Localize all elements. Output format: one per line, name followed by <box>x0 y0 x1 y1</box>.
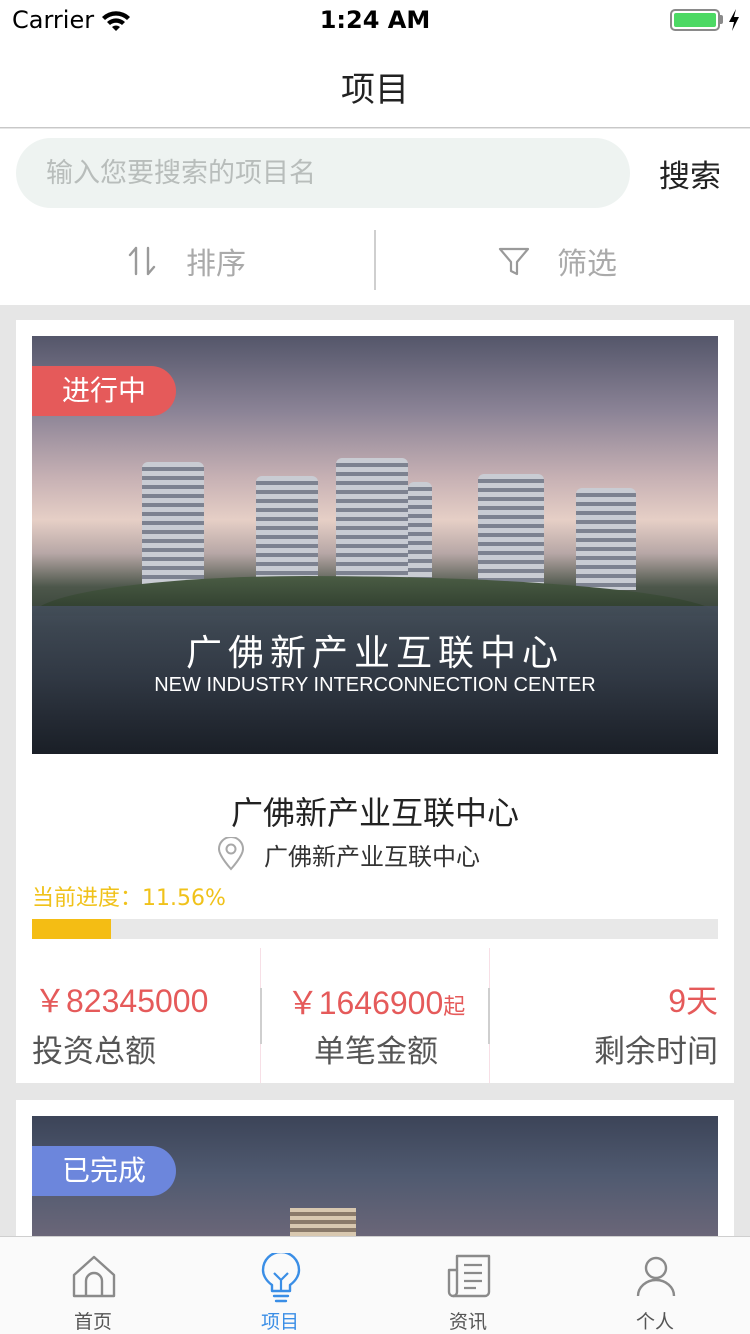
project-location: 广佛新产业互联中心 <box>216 837 480 871</box>
tab-label: 个人 <box>635 1311 674 1333</box>
tab-me[interactable]: 个人 <box>595 1237 715 1334</box>
remaining-time-label: 剩余时间 <box>594 1034 718 1070</box>
filter-label: 筛选 <box>557 247 617 282</box>
toolbar-divider <box>374 230 376 290</box>
single-amount-number: ￥1646900 <box>286 985 444 1021</box>
image-title-cn: 广佛新产业互联中心 <box>185 633 564 674</box>
building-shape <box>336 458 408 590</box>
search-input[interactable] <box>16 138 630 208</box>
building-shape <box>142 462 204 590</box>
total-investment-value: ￥82345000 <box>34 983 209 1019</box>
location-pin-icon <box>217 837 245 871</box>
status-badge: 进行中 <box>32 366 177 416</box>
tab-label: 首页 <box>73 1311 112 1333</box>
stat-single-amount: ￥1646900起 单笔金额 <box>260 948 490 1083</box>
lightbulb-icon <box>261 1253 301 1303</box>
location-text: 广佛新产业互联中心 <box>264 842 480 871</box>
sort-label: 排序 <box>186 247 246 282</box>
tab-home[interactable]: 首页 <box>33 1237 153 1334</box>
search-button[interactable]: 搜索 <box>648 143 732 203</box>
navigation-bar: 项目 <box>0 40 750 128</box>
stat-remaining-time: 9天 剩余时间 <box>490 948 718 1083</box>
clock-time: 1:24 AM <box>319 6 431 34</box>
image-title-en: NEW INDUSTRY INTERCONNECTION CENTER <box>154 674 596 696</box>
search-area: 搜索 排序 筛选 <box>0 129 750 305</box>
tab-project[interactable]: 项目 <box>220 1237 340 1334</box>
single-amount-value: ￥1646900起 <box>261 978 491 1024</box>
status-bar: Carrier 1:24 AM <box>0 0 750 40</box>
filter-icon <box>498 247 530 276</box>
building-shape <box>576 488 636 590</box>
project-name: 广佛新产业互联中心 <box>230 794 519 832</box>
remaining-time-value: 9天 <box>668 983 718 1019</box>
single-amount-label: 单笔金额 <box>314 1034 438 1070</box>
building-shape <box>478 474 544 590</box>
progress-fill <box>32 919 112 939</box>
project-card[interactable]: 已完成 <box>16 1100 734 1236</box>
progress-label: 当前进度：11.56% <box>32 886 226 911</box>
battery-icon <box>670 9 720 31</box>
status-badge: 已完成 <box>32 1146 177 1196</box>
tab-label: 资讯 <box>448 1311 487 1333</box>
person-icon <box>636 1256 676 1297</box>
progress-bar <box>32 919 718 939</box>
battery-tip <box>720 15 723 24</box>
project-card[interactable]: 广佛新产业互联中心 NEW INDUSTRY INTERCONNECTION C… <box>16 320 734 1083</box>
tab-bar: 首页 项目 资讯 个人 <box>0 1236 750 1334</box>
tab-news[interactable]: 资讯 <box>408 1237 528 1334</box>
building-shape <box>256 476 318 590</box>
sort-button[interactable]: 排序 <box>126 229 246 293</box>
page-title: 项目 <box>341 70 409 110</box>
sort-icon <box>128 246 156 276</box>
stat-total-investment: ￥82345000 投资总额 <box>32 948 260 1083</box>
single-amount-suffix: 起 <box>443 995 466 1020</box>
building-shape <box>290 1208 356 1236</box>
building-shape <box>408 482 432 590</box>
charging-bolt-icon <box>729 9 739 31</box>
tab-label: 项目 <box>260 1311 299 1333</box>
home-icon <box>72 1255 116 1298</box>
total-investment-label: 投资总额 <box>32 1034 156 1070</box>
filter-button[interactable]: 筛选 <box>497 229 617 293</box>
news-icon <box>447 1254 491 1298</box>
